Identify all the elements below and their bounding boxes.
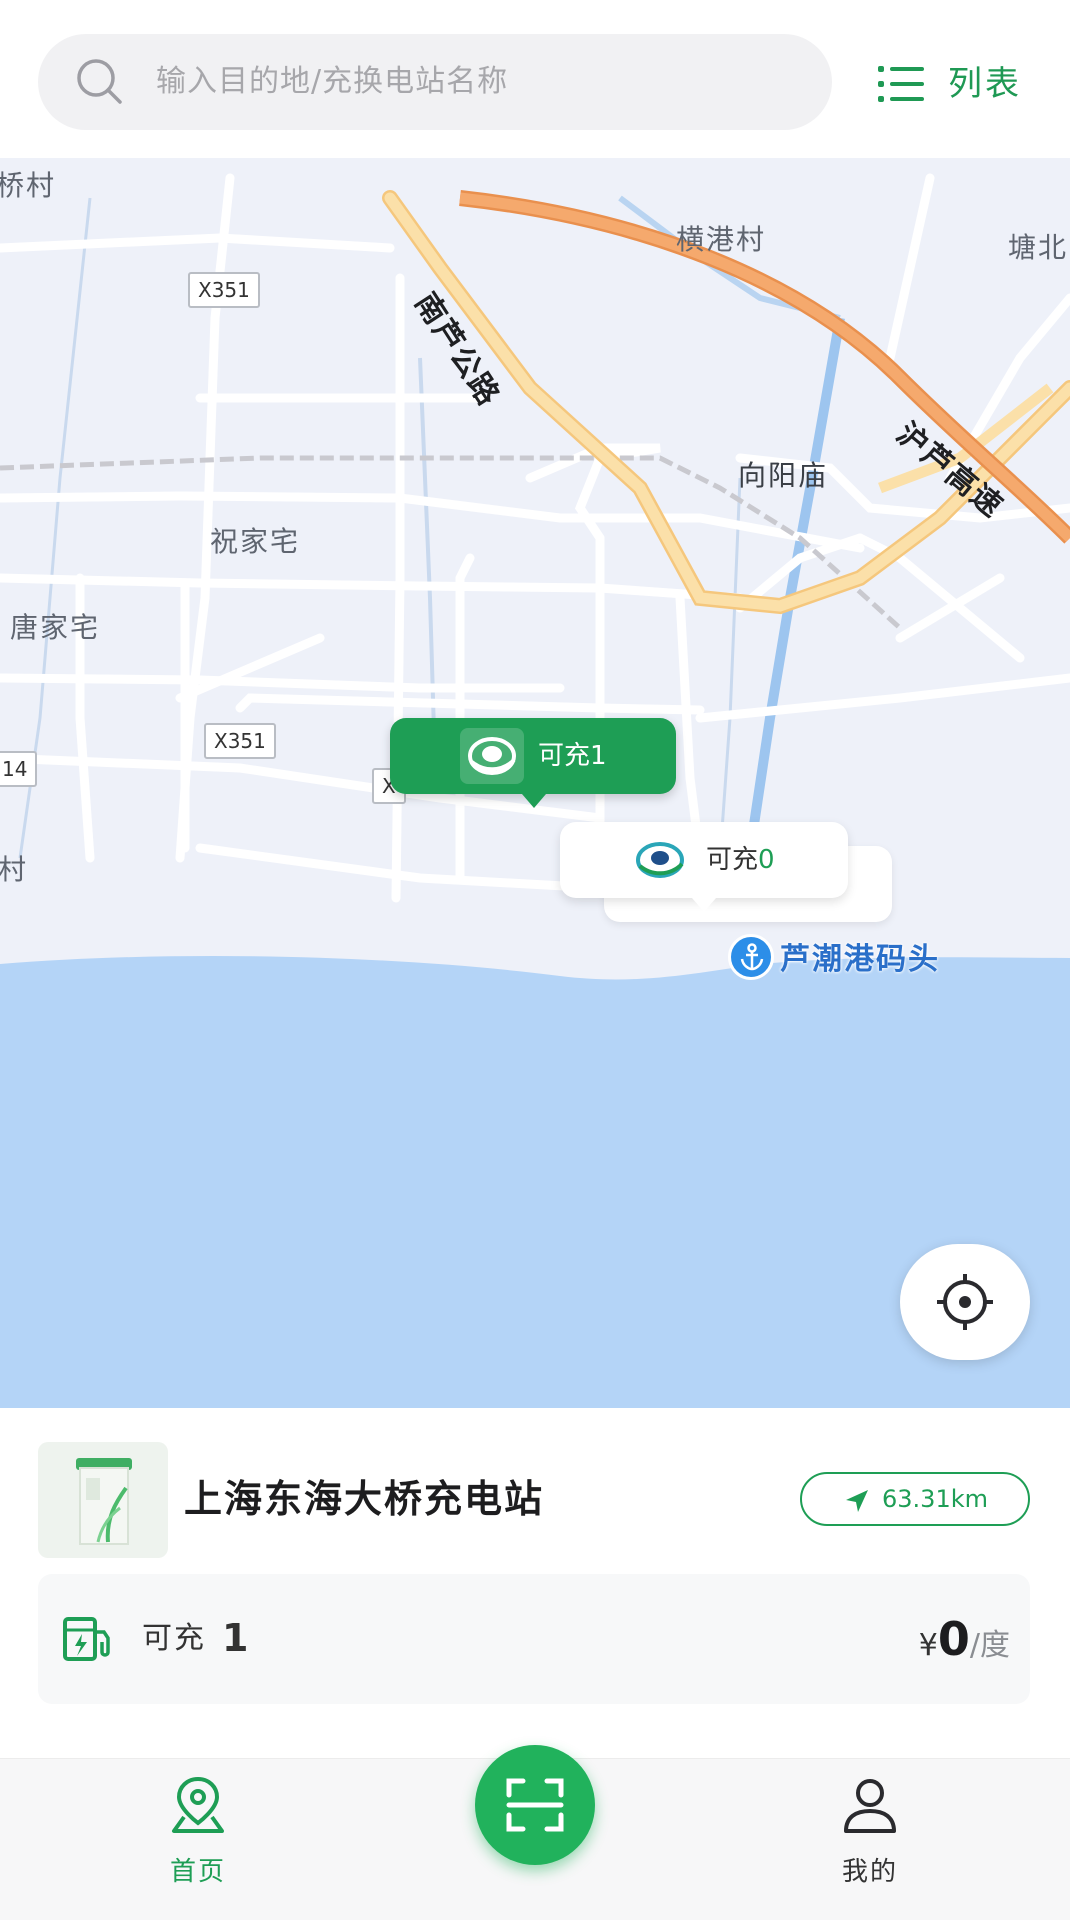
place-label: 唐家宅 (10, 611, 101, 644)
station-name: 上海东海大桥充电站 (184, 1477, 545, 1521)
navigate-button[interactable]: 63.31km (800, 1472, 1030, 1526)
station-thumbnail (38, 1442, 168, 1558)
place-label: 村 (0, 853, 29, 886)
list-label: 列表 (948, 64, 1022, 104)
marker-label: 可充1 (538, 741, 607, 771)
search-icon (74, 56, 126, 108)
search-placeholder: 输入目的地/充换电站名称 (156, 64, 509, 99)
tab-mine-label: 我的 (841, 1857, 898, 1887)
available-label: 可充 (142, 1621, 206, 1656)
road-shield: 14 (0, 751, 38, 787)
station-marker-inactive[interactable]: 可充0 (560, 822, 848, 912)
bottom-nav: 首页 我的 (0, 1745, 1070, 1920)
top-bar: 输入目的地/充换电站名称 列表 (0, 0, 1070, 158)
station-logo-icon (636, 842, 684, 878)
tab-home[interactable]: 首页 (118, 1759, 278, 1920)
place-label: 横港村 (676, 223, 767, 256)
station-card[interactable]: 上海东海大桥充电站 63.31km 可充 1 ¥0/度 (0, 1408, 1070, 1758)
scan-icon (506, 1778, 564, 1832)
anchor-icon[interactable] (728, 934, 774, 980)
place-label: 向阳庙 (738, 459, 829, 492)
place-label: 塘北 (1008, 231, 1069, 264)
locate-me-button[interactable] (900, 1244, 1030, 1360)
place-label: 桥村 (0, 169, 57, 202)
user-icon (844, 1779, 896, 1833)
tab-home-label: 首页 (169, 1857, 226, 1887)
distance-text: 63.31km (882, 1485, 988, 1513)
station-info-box: 可充 1 ¥0/度 (38, 1574, 1030, 1704)
road-shield: X351 (204, 723, 276, 759)
map-view[interactable]: 桥村 横港村 塘北 祝家宅 向阳庙 唐家宅 村 南芦公路 沪芦高速 X351 X… (0, 158, 1070, 1408)
marker-label: 可充0 (706, 845, 775, 875)
place-label: 祝家宅 (210, 525, 301, 558)
available-count: 1 (222, 1616, 249, 1660)
station-marker-active[interactable]: 可充1 (390, 718, 676, 808)
crosshair-icon (937, 1274, 993, 1330)
poi-label: 芦潮港码头 (780, 942, 940, 977)
price: ¥0/度 (918, 1612, 1010, 1666)
search-input[interactable]: 输入目的地/充换电站名称 (38, 34, 832, 130)
navigation-arrow-icon (846, 1490, 868, 1512)
charger-icon (62, 1616, 114, 1662)
location-pin-icon (172, 1776, 224, 1833)
road-shield: X351 (188, 272, 260, 308)
list-icon (878, 64, 924, 104)
station-logo-icon (460, 728, 524, 784)
charging-station-image (76, 1458, 132, 1545)
list-view-button[interactable]: 列表 (876, 44, 1052, 124)
scan-button[interactable] (475, 1745, 595, 1865)
tab-mine[interactable]: 我的 (790, 1759, 950, 1920)
